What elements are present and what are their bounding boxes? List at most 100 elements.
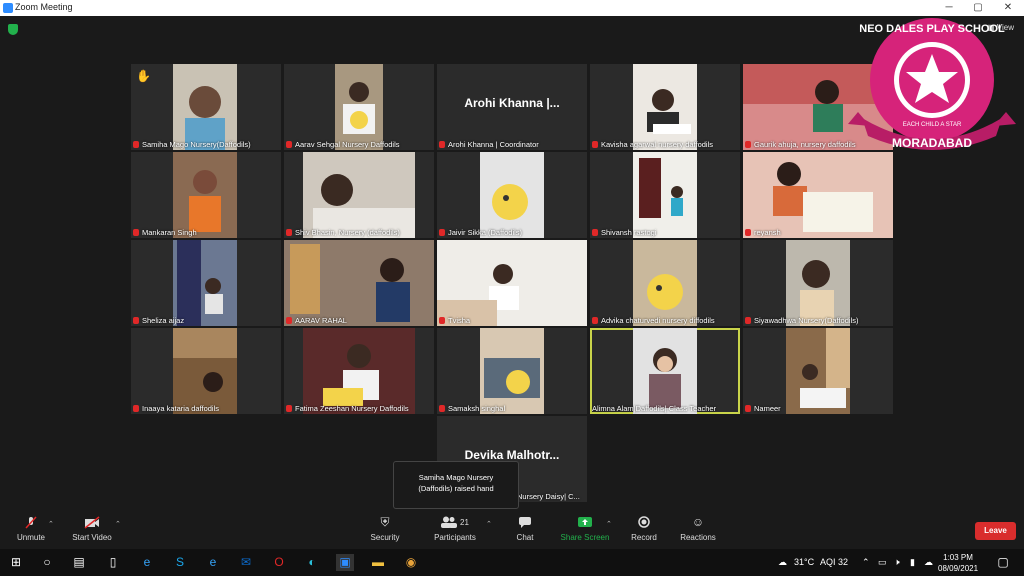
logo-school-name: NEO DALES PLAY SCHOOL: [859, 23, 1005, 35]
participant-name: Aarav Sehgal Nursery Daffodils: [295, 140, 400, 149]
participant-tile[interactable]: Shiv Bhasin, Nursery (daffodils): [284, 152, 434, 238]
mic-muted-icon: [133, 317, 139, 324]
video-options-caret[interactable]: ⌃: [115, 520, 121, 528]
unmute-button[interactable]: Unmute: [12, 516, 50, 542]
participant-tile[interactable]: Shivansh rastogi: [590, 152, 740, 238]
reactions-button[interactable]: ☺ Reactions: [678, 516, 718, 543]
participant-name: Sheliza aijaz: [142, 316, 185, 325]
battery-icon[interactable]: ▮: [910, 557, 915, 568]
window-title: Zoom Meeting: [15, 2, 73, 12]
mic-muted-icon: [592, 317, 598, 324]
leave-button[interactable]: Leave: [975, 522, 1016, 540]
participant-tile[interactable]: reyansh: [743, 152, 893, 238]
security-button[interactable]: ⛨ Security: [366, 515, 404, 543]
onedrive-icon[interactable]: ☁: [924, 557, 933, 568]
share-screen-icon: [558, 516, 612, 529]
weather-icon: ☁: [778, 557, 787, 567]
video-feed: [284, 240, 434, 326]
participant-tile[interactable]: Kavisha agarwal nursery daffodils: [590, 64, 740, 150]
video-feed: [303, 328, 415, 414]
mic-muted-icon: [439, 229, 445, 236]
logo-tagline: EACH CHILD A STAR: [903, 122, 962, 128]
video-feed: [173, 240, 237, 326]
mic-muted-icon: [12, 516, 50, 529]
file-icon[interactable]: ▯: [104, 554, 122, 571]
shield-icon: ⛨: [380, 515, 390, 529]
video-feed: [633, 328, 697, 414]
chat-button[interactable]: Chat: [510, 516, 540, 542]
participant-tile[interactable]: Jaivir Sikka (Daffodils): [437, 152, 587, 238]
internet-explorer-icon[interactable]: e: [204, 554, 222, 571]
participants-icon: 21: [430, 516, 480, 529]
participant-display-name: Arohi Khanna |...: [464, 96, 560, 110]
raised-hand-icon: ✋: [136, 69, 151, 83]
search-icon[interactable]: ○: [38, 554, 56, 571]
windows-taskbar: ⊞ ○ ▤ ▯ e S e ✉ O ◐ ▣ ▬ ◉ ☁ 31°C AQI 32 …: [0, 549, 1024, 576]
audio-options-caret[interactable]: ⌃: [48, 520, 54, 528]
clock-time: 1:03 PM: [943, 553, 973, 562]
mail-icon[interactable]: ✉: [237, 554, 255, 571]
participant-tile[interactable]: Samaksh singhal: [437, 328, 587, 414]
participant-name: Mankaran Singh: [142, 228, 197, 237]
participants-button[interactable]: 21 Participants: [430, 516, 480, 542]
start-video-button[interactable]: Start Video: [68, 516, 116, 542]
tray-expand-icon[interactable]: ⌃: [862, 557, 870, 568]
mic-muted-icon: [286, 405, 292, 412]
participant-tile[interactable]: Tvisha: [437, 240, 587, 326]
video-feed: [303, 152, 415, 238]
share-screen-button[interactable]: Share Screen: [558, 516, 612, 542]
participant-name: Samiha Mago Nursery(Daffodils): [142, 140, 251, 149]
participant-tile[interactable]: Inaaya kataria daffodils: [131, 328, 281, 414]
edge-icon[interactable]: ◐: [303, 554, 321, 571]
zoom-app-icon: [3, 3, 13, 13]
video-feed: [173, 328, 237, 414]
mic-muted-icon: [745, 405, 751, 412]
participants-count: 21: [460, 518, 469, 527]
windows-start-icon[interactable]: ⊞: [7, 554, 25, 571]
edge-legacy-icon[interactable]: e: [138, 554, 156, 571]
video-feed: [480, 152, 544, 238]
mic-muted-icon: [133, 405, 139, 412]
air-quality[interactable]: AQI 32: [820, 557, 848, 567]
chrome-icon[interactable]: ◉: [402, 554, 420, 571]
participant-tile[interactable]: Arohi Khanna |... Arohi Khanna | Coordin…: [437, 64, 587, 150]
participant-tile[interactable]: Aarav Sehgal Nursery Daffodils: [284, 64, 434, 150]
participant-name: Arohi Khanna | Coordinator: [448, 140, 539, 149]
taskbar-clock[interactable]: 1:03 PM 08/09/2021: [938, 552, 978, 574]
record-button[interactable]: Record: [628, 516, 660, 542]
notifications-icon[interactable]: ▢: [994, 554, 1012, 571]
video-feed: [173, 152, 237, 238]
mic-muted-icon: [745, 141, 751, 148]
participants-options-caret[interactable]: ⌃: [486, 520, 492, 528]
mic-muted-icon: [439, 141, 445, 148]
share-options-caret[interactable]: ⌃: [606, 520, 612, 528]
video-feed: [743, 152, 893, 238]
participant-tile[interactable]: Advika chaturvedi nursery diffodils: [590, 240, 740, 326]
participant-tile[interactable]: Nameer: [743, 328, 893, 414]
shield-check-icon[interactable]: [8, 24, 18, 35]
skype-icon[interactable]: S: [171, 554, 189, 571]
participant-tile[interactable]: Siyawadhwa Nursery(Daffodils): [743, 240, 893, 326]
opera-icon[interactable]: O: [270, 554, 288, 571]
mic-muted-icon: [133, 141, 139, 148]
participant-tile[interactable]: Sheliza aijaz: [131, 240, 281, 326]
mic-muted-icon: [592, 229, 598, 236]
video-feed: [480, 328, 544, 414]
task-view-icon[interactable]: ▤: [70, 554, 88, 571]
participant-name: reyansh: [754, 228, 781, 237]
participant-name: Gaurik ahuja, nursery daffodils: [754, 140, 856, 149]
participant-tile[interactable]: Mankaran Singh: [131, 152, 281, 238]
network-icon[interactable]: ▭: [878, 557, 887, 568]
raised-hand-tooltip: Samiha Mago Nursery (Daffodils) raised h…: [393, 461, 519, 509]
zoom-taskbar-icon[interactable]: ▣: [336, 554, 354, 571]
weather-temperature[interactable]: 31°C: [794, 557, 814, 567]
file-explorer-icon[interactable]: ▬: [369, 554, 387, 571]
participant-name: Shivansh rastogi: [601, 228, 657, 237]
participant-tile[interactable]: AARAV RAHAL: [284, 240, 434, 326]
volume-icon[interactable]: 🕨: [894, 557, 900, 568]
mic-muted-icon: [745, 317, 751, 324]
participant-tile[interactable]: Samiha Mago Nursery(Daffodils): [131, 64, 281, 150]
participant-tile[interactable]: Fatima Zeeshan Nursery Daffodils: [284, 328, 434, 414]
participant-tile-active-speaker[interactable]: Alimna Alam|Daffodils| Class Teacher: [590, 328, 740, 414]
participant-name: Inaaya kataria daffodils: [142, 404, 219, 413]
